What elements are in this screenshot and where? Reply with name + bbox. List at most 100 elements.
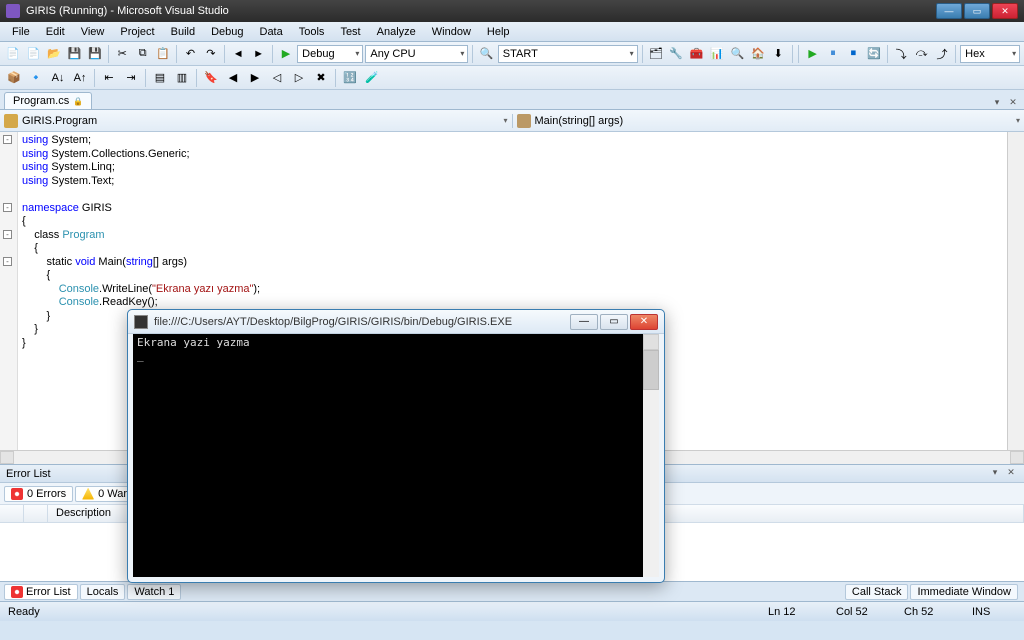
comment-out-icon[interactable]: ▤ <box>150 68 170 88</box>
col-num[interactable] <box>24 505 48 522</box>
menu-debug[interactable]: Debug <box>203 24 251 40</box>
member-icon[interactable]: 🔹 <box>26 68 46 88</box>
menu-tools[interactable]: Tools <box>291 24 333 40</box>
platform-dropdown[interactable]: Any CPU <box>365 45 468 63</box>
pause-icon[interactable]: ⏸ <box>824 44 842 64</box>
col-icon[interactable] <box>0 505 24 522</box>
new-file-icon[interactable]: 📄 <box>24 44 42 64</box>
bookmark-icon[interactable]: 🔖 <box>201 68 221 88</box>
tab-order-icon[interactable]: 🔢 <box>340 68 360 88</box>
class-selector[interactable]: GIRIS.Program <box>22 115 499 127</box>
redo-icon[interactable]: ↷ <box>202 44 220 64</box>
prev-bookmark-icon[interactable]: ◀ <box>223 68 243 88</box>
console-titlebar[interactable]: file:///C:/Users/AYT/Desktop/BilgProg/GI… <box>128 310 664 334</box>
separator <box>955 45 956 63</box>
minimize-button[interactable]: — <box>936 3 962 19</box>
chevron-down-icon[interactable]: ▾ <box>503 116 507 125</box>
tab-program-cs[interactable]: Program.cs 🔒 <box>4 92 92 109</box>
fold-toggle[interactable]: - <box>3 135 12 144</box>
console-maximize-button[interactable]: ▭ <box>600 314 628 330</box>
prev-bookmark-folder-icon[interactable]: ◁ <box>267 68 287 88</box>
menu-help[interactable]: Help <box>479 24 518 40</box>
uncomment-out-icon[interactable]: ▥ <box>172 68 192 88</box>
tab-label: Locals <box>87 586 119 598</box>
console-output[interactable]: Ekrana yazi yazma _ <box>133 334 643 577</box>
tab-call-stack[interactable]: Call Stack <box>845 584 909 600</box>
tab-error-list[interactable]: Error List <box>4 584 78 600</box>
uncomment-icon[interactable]: A↑ <box>70 68 90 88</box>
window-titlebar: GIRIS (Running) - Microsoft Visual Studi… <box>0 0 1024 22</box>
save-all-icon[interactable]: 💾 <box>86 44 104 64</box>
stop-icon[interactable]: ⏹ <box>844 44 862 64</box>
open-icon[interactable]: 📂 <box>45 44 63 64</box>
save-icon[interactable]: 💾 <box>65 44 83 64</box>
undo-icon[interactable]: ↶ <box>181 44 199 64</box>
navigate-back-icon[interactable]: ◄ <box>229 44 247 64</box>
menu-test[interactable]: Test <box>332 24 368 40</box>
find-dropdown[interactable]: START <box>498 45 638 63</box>
scroll-up-icon[interactable] <box>643 334 659 350</box>
menu-build[interactable]: Build <box>163 24 203 40</box>
new-project-icon[interactable]: 📄 <box>4 44 22 64</box>
scroll-right-icon[interactable] <box>1010 451 1024 464</box>
tab-watch[interactable]: Watch 1 <box>127 584 181 600</box>
indent-icon[interactable]: ⇥ <box>121 68 141 88</box>
cut-icon[interactable]: ✂ <box>113 44 131 64</box>
menu-edit[interactable]: Edit <box>38 24 73 40</box>
menu-data[interactable]: Data <box>252 24 291 40</box>
object-browser-icon[interactable]: 🔍 <box>728 44 746 64</box>
tab-locals[interactable]: Locals <box>80 584 126 600</box>
menu-file[interactable]: File <box>4 24 38 40</box>
code-navbar: GIRIS.Program ▾ Main(string[] args) ▾ <box>0 110 1024 132</box>
panel-close-icon[interactable]: ✕ <box>1004 467 1018 481</box>
step-into-icon[interactable]: ⤵ <box>892 44 910 64</box>
fold-toggle[interactable]: - <box>3 257 12 266</box>
properties-icon[interactable]: 🔧 <box>667 44 685 64</box>
member-selector[interactable]: Main(string[] args) <box>535 115 1012 127</box>
fold-toggle[interactable]: - <box>3 203 12 212</box>
solution-explorer-icon[interactable]: 🗂 <box>647 44 665 64</box>
close-button[interactable]: ✕ <box>992 3 1018 19</box>
config-dropdown[interactable]: Debug <box>297 45 363 63</box>
display-dropdown[interactable]: Hex <box>960 45 1020 63</box>
console-scrollbar[interactable] <box>643 334 659 577</box>
console-minimize-button[interactable]: — <box>570 314 598 330</box>
menu-view[interactable]: View <box>73 24 113 40</box>
tab-immediate[interactable]: Immediate Window <box>910 584 1018 600</box>
next-bookmark-icon[interactable]: ▶ <box>245 68 265 88</box>
vertical-scrollbar[interactable] <box>1007 132 1024 450</box>
comment-icon[interactable]: A↓ <box>48 68 68 88</box>
console-close-button[interactable]: ✕ <box>630 314 658 330</box>
scroll-left-icon[interactable] <box>0 451 14 464</box>
step-over-icon[interactable]: ⤼ <box>912 44 930 64</box>
class-selector-icon <box>4 114 18 128</box>
errors-filter[interactable]: 0 Errors <box>4 486 73 502</box>
start-debug-icon[interactable]: ▶ <box>277 44 295 64</box>
tab-close-icon[interactable]: ✕ <box>1006 95 1020 109</box>
restart-icon[interactable]: 🔄 <box>865 44 883 64</box>
maximize-button[interactable]: ▭ <box>964 3 990 19</box>
chevron-down-icon[interactable]: ▾ <box>1016 116 1020 125</box>
menu-analyze[interactable]: Analyze <box>369 24 424 40</box>
class-icon[interactable]: 📦 <box>4 68 24 88</box>
find-icon[interactable]: 🔍 <box>477 44 495 64</box>
test-icon[interactable]: 🧪 <box>362 68 382 88</box>
copy-icon[interactable]: ⧉ <box>133 44 151 64</box>
continue-icon[interactable]: ▶ <box>803 44 821 64</box>
next-bookmark-folder-icon[interactable]: ▷ <box>289 68 309 88</box>
menu-window[interactable]: Window <box>424 24 479 40</box>
panel-dropdown-icon[interactable]: ▾ <box>988 467 1002 481</box>
toolbox-icon[interactable]: 🧰 <box>687 44 705 64</box>
scroll-thumb[interactable] <box>643 350 659 390</box>
navigate-fwd-icon[interactable]: ► <box>249 44 267 64</box>
class-view-icon[interactable]: 📊 <box>708 44 726 64</box>
tablist-dropdown-icon[interactable]: ▾ <box>990 95 1004 109</box>
step-out-icon[interactable]: ⤴ <box>933 44 951 64</box>
outdent-icon[interactable]: ⇤ <box>99 68 119 88</box>
start-page-icon[interactable]: 🏠 <box>749 44 767 64</box>
extension-icon[interactable]: ⬇ <box>769 44 787 64</box>
menu-project[interactable]: Project <box>112 24 162 40</box>
clear-bookmarks-icon[interactable]: ✖ <box>311 68 331 88</box>
fold-toggle[interactable]: - <box>3 230 12 239</box>
paste-icon[interactable]: 📋 <box>154 44 172 64</box>
